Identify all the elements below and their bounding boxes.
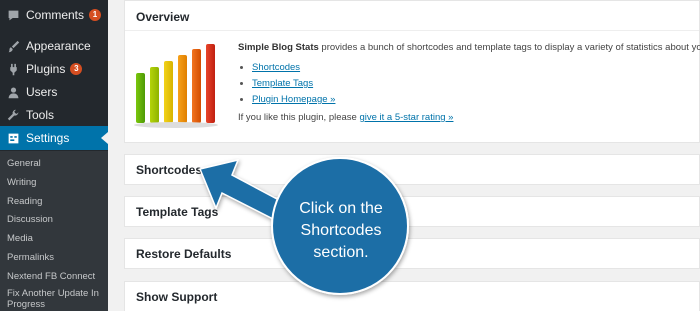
description-text: provides a bunch of shortcodes and templ… xyxy=(318,42,700,53)
submenu-permalinks[interactable]: Permalinks xyxy=(7,252,105,263)
overview-links: Shortcodes Template Tags Plugin Homepage… xyxy=(242,60,335,108)
active-pointer xyxy=(101,132,108,144)
menu-label: Settings xyxy=(26,131,70,145)
plugin-bar-chart-logo xyxy=(134,44,218,128)
menu-item-comments[interactable]: Comments 1 xyxy=(0,3,108,27)
section-title: Restore Defaults xyxy=(136,247,232,261)
submenu-fix-another-update[interactable]: Fix Another Update In Progress xyxy=(7,288,105,310)
comment-icon xyxy=(6,8,20,22)
submenu-reading[interactable]: Reading xyxy=(7,196,105,207)
menu-item-plugins[interactable]: Plugins 3 xyxy=(0,57,108,81)
shortcodes-link[interactable]: Shortcodes xyxy=(252,62,300,73)
submenu-media[interactable]: Media xyxy=(7,233,105,244)
plugin-name: Simple Blog Stats xyxy=(238,42,319,53)
paintbrush-icon xyxy=(6,39,20,53)
submenu-writing[interactable]: Writing xyxy=(7,177,105,188)
overview-panel: Overview Simple Blog Stats provides a bu… xyxy=(124,0,700,143)
template-tags-link[interactable]: Template Tags xyxy=(252,78,313,89)
shortcodes-section[interactable]: Shortcodes xyxy=(124,154,700,185)
plugin-description: Simple Blog Stats provides a bunch of sh… xyxy=(238,42,700,53)
template-tags-section[interactable]: Template Tags xyxy=(124,196,700,227)
menu-label: Tools xyxy=(26,108,55,122)
rating-line: If you like this plugin, please give it … xyxy=(238,112,453,123)
menu-item-settings[interactable]: Settings xyxy=(0,126,108,150)
plugin-homepage-link[interactable]: Plugin Homepage » xyxy=(252,94,335,105)
section-title: Show Support xyxy=(136,290,218,304)
menu-item-users[interactable]: Users xyxy=(0,80,108,104)
menu-label: Comments xyxy=(26,8,85,22)
menu-label: Appearance xyxy=(26,39,91,53)
overview-title: Overview xyxy=(136,10,190,24)
plug-icon xyxy=(6,62,20,76)
submenu-general[interactable]: General xyxy=(7,158,105,169)
menu-item-tools[interactable]: Tools xyxy=(0,103,108,127)
submenu-discussion[interactable]: Discussion xyxy=(7,214,105,225)
rating-prefix: If you like this plugin, please xyxy=(238,112,360,123)
section-title: Template Tags xyxy=(136,205,219,219)
wrench-icon xyxy=(6,108,20,122)
settings-submenu: General Writing Reading Discussion Media… xyxy=(0,151,108,311)
rating-link[interactable]: give it a 5-star rating » xyxy=(359,112,453,123)
plugins-count-badge: 3 xyxy=(70,63,83,75)
show-support-section[interactable]: Show Support xyxy=(124,281,700,311)
callout-text: Click on the Shortcodes section. xyxy=(299,200,383,261)
menu-item-appearance[interactable]: Appearance xyxy=(0,34,108,58)
menu-label: Plugins xyxy=(26,62,66,76)
settings-icon xyxy=(6,131,20,145)
submenu-nextend-fb-connect[interactable]: Nextend FB Connect xyxy=(7,271,105,282)
admin-sidebar: Comments 1 Appearance Plugins 3 Users To… xyxy=(0,0,108,311)
users-icon xyxy=(6,85,20,99)
comments-count-badge: 1 xyxy=(89,9,102,21)
restore-defaults-section[interactable]: Restore Defaults xyxy=(124,238,700,269)
divider xyxy=(125,30,699,31)
menu-label: Users xyxy=(26,85,58,99)
section-title: Shortcodes xyxy=(136,163,203,177)
